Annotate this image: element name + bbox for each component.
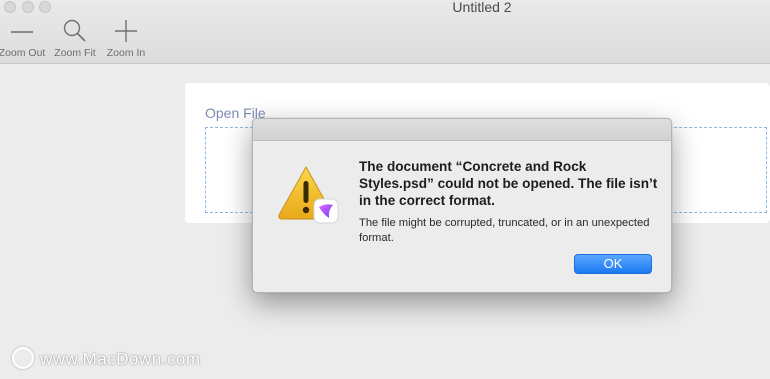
magnifier-icon	[63, 19, 86, 42]
window-titlebar: Untitled 2 Zoom Out Zoom Fit Zoom In	[0, 0, 770, 64]
zoom-in-label: Zoom In	[106, 47, 146, 59]
watermark-logo-icon	[12, 347, 34, 369]
ok-button[interactable]: OK	[574, 254, 652, 274]
dialog-message-body: The file might be corrupted, truncated, …	[359, 217, 650, 244]
plus-icon	[115, 20, 137, 42]
watermark: www.MacDown.com	[12, 347, 201, 371]
window-title: Untitled 2	[452, 0, 512, 15]
dialog-titlebar	[253, 119, 671, 141]
warning-icon	[278, 165, 339, 224]
error-dialog: The document “Concrete and Rock Styles.p…	[252, 118, 672, 293]
minus-icon	[11, 31, 33, 33]
watermark-text: www.MacDown.com	[40, 349, 201, 369]
dialog-message-title: The document “Concrete and Rock Styles.p…	[359, 159, 658, 208]
zoom-in-button[interactable]: Zoom In	[96, 18, 156, 59]
